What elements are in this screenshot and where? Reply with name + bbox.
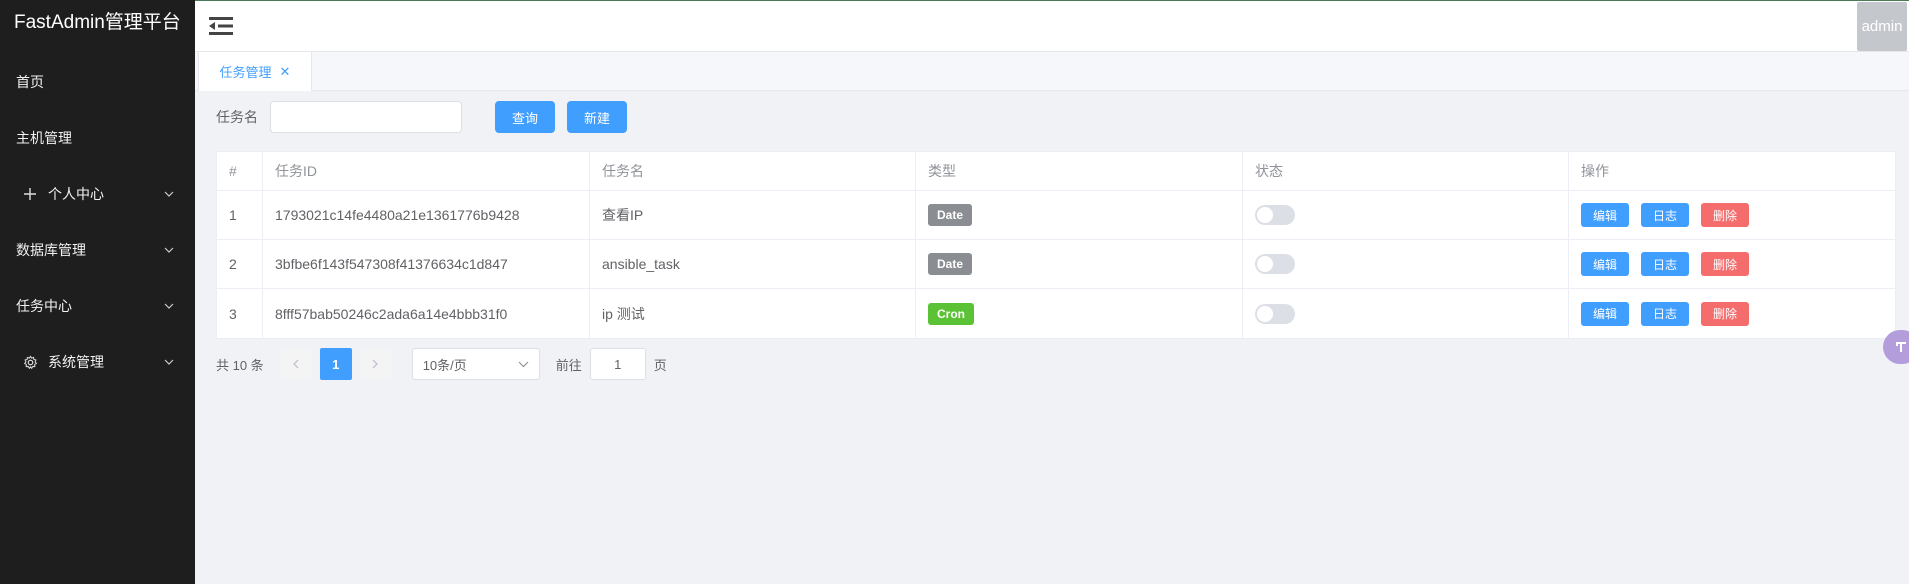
type-cell: Date <box>916 191 1243 239</box>
edit-button[interactable]: 编辑 <box>1581 301 1629 326</box>
avatar[interactable]: admin <box>1857 2 1907 51</box>
sidebar-item-label: 个人中心 <box>48 186 104 202</box>
chevron-down-icon <box>163 244 175 256</box>
type-badge: Cron <box>928 302 974 325</box>
top-header: admin <box>195 0 1909 52</box>
sidebar-item-database[interactable]: 数据库管理 <box>0 222 195 278</box>
goto-page-input[interactable] <box>589 348 646 380</box>
log-button[interactable]: 日志 <box>1641 252 1689 276</box>
sidebar-item-profile[interactable]: 个人中心 <box>0 166 195 222</box>
plus-icon <box>18 187 42 201</box>
sidebar-item-home[interactable]: 首页 <box>0 54 195 110</box>
status-toggle[interactable] <box>1255 205 1295 225</box>
status-cell <box>1243 240 1569 288</box>
column-header: 操作 <box>1581 163 1609 179</box>
table-row: 2 3bfbe6f143f547308f41376634c1d847 ansib… <box>217 240 1895 289</box>
task-name: ip 测试 <box>590 289 916 338</box>
delete-button[interactable]: 删除 <box>1701 252 1749 276</box>
task-name: 查看IP <box>590 191 916 239</box>
next-page-button[interactable] <box>359 348 392 380</box>
prev-page-button[interactable] <box>279 348 312 380</box>
status-toggle[interactable] <box>1255 254 1295 274</box>
column-header: 任务ID <box>263 152 590 190</box>
gear-icon <box>18 354 42 370</box>
sidebar-item-label: 主机管理 <box>16 130 72 146</box>
sidebar-item-tasks[interactable]: 任务中心 <box>0 278 195 334</box>
goto-label: 前往 <box>555 357 582 373</box>
tool-icon <box>1896 342 1906 352</box>
status-cell <box>1243 289 1569 338</box>
sidebar-item-label: 数据库管理 <box>16 242 86 258</box>
sidebar: FastAdmin管理平台 首页 主机管理 个人中心 数据库管理 任务中心 系统… <box>0 0 195 584</box>
log-button[interactable]: 日志 <box>1641 203 1689 227</box>
task-table: # 任务ID 任务名 类型 状态 操作 1 1793021c14fe4480a2… <box>216 151 1896 339</box>
type-badge: Date <box>928 204 973 226</box>
sidebar-item-label: 任务中心 <box>16 298 72 314</box>
log-button[interactable]: 日志 <box>1641 301 1689 326</box>
tab-task-management[interactable]: 任务管理 ✕ <box>198 52 312 91</box>
type-badge: Date <box>928 253 973 275</box>
page-number-current[interactable]: 1 <box>319 348 352 380</box>
task-id: 3bfbe6f143f547308f41376634c1d847 <box>263 240 590 288</box>
chevron-left-icon <box>293 359 299 369</box>
task-name: ansible_task <box>590 240 916 288</box>
task-id: 8fff57bab50246c2ada6a14e4bbb31f0 <box>263 289 590 338</box>
search-label: 任务名 <box>216 109 258 125</box>
new-button[interactable]: 新建 <box>567 101 627 133</box>
actions-cell: 编辑 日志 删除 <box>1569 289 1895 338</box>
actions-cell: 编辑 日志 删除 <box>1569 191 1895 239</box>
sidebar-item-hosts[interactable]: 主机管理 <box>0 110 195 166</box>
tab-label: 任务管理 <box>219 65 272 80</box>
edit-button[interactable]: 编辑 <box>1581 252 1629 276</box>
column-header: 状态 <box>1243 152 1569 190</box>
menu-collapse-icon[interactable] <box>209 15 233 37</box>
status-toggle[interactable] <box>1255 303 1295 324</box>
pagination-total: 共 10 条 <box>216 357 264 373</box>
row-index: 1 <box>217 191 263 239</box>
sidebar-item-system[interactable]: 系统管理 <box>0 334 195 390</box>
table-row: 1 1793021c14fe4480a21e1361776b9428 查看IP … <box>217 191 1895 240</box>
tabs-bar: 任务管理 ✕ <box>195 52 1909 91</box>
task-id: 1793021c14fe4480a21e1361776b9428 <box>263 191 590 239</box>
edit-button[interactable]: 编辑 <box>1581 203 1629 227</box>
toggle-knob <box>1257 305 1273 322</box>
row-index: 3 <box>217 289 263 338</box>
close-icon[interactable]: ✕ <box>280 64 291 80</box>
search-form: 任务名 查询 新建 <box>216 101 627 133</box>
status-cell <box>1243 191 1569 239</box>
chevron-down-icon <box>163 356 175 368</box>
delete-button[interactable]: 删除 <box>1701 301 1749 326</box>
actions-cell: 编辑 日志 删除 <box>1569 240 1895 288</box>
table-header: # 任务ID 任务名 类型 状态 操作 <box>217 152 1895 191</box>
sidebar-item-label: 首页 <box>16 74 44 90</box>
page-size-select[interactable]: 10条/页 <box>411 348 540 380</box>
task-name-input[interactable] <box>270 101 462 133</box>
floating-tool-button[interactable] <box>1883 330 1909 364</box>
chevron-right-icon <box>372 359 379 369</box>
type-cell: Cron <box>916 289 1243 338</box>
chevron-down-icon <box>163 188 175 200</box>
page-suffix: 页 <box>653 357 667 373</box>
chevron-down-icon <box>518 361 529 367</box>
toggle-knob <box>1257 207 1273 223</box>
column-header: 任务名 <box>590 152 916 190</box>
sidebar-item-label: 系统管理 <box>48 354 104 370</box>
column-header: 类型 <box>916 152 1243 190</box>
brand-title: FastAdmin管理平台 <box>14 12 181 33</box>
page-size-value: 10条/页 <box>422 357 467 373</box>
query-button[interactable]: 查询 <box>495 101 555 133</box>
type-cell: Date <box>916 240 1243 288</box>
column-header: # <box>217 152 263 190</box>
pagination: 共 10 条 1 10条/页 前往 页 <box>216 348 667 380</box>
delete-button[interactable]: 删除 <box>1701 203 1749 227</box>
table-row: 3 8fff57bab50246c2ada6a14e4bbb31f0 ip 测试… <box>217 289 1895 338</box>
toggle-knob <box>1257 256 1273 272</box>
row-index: 2 <box>217 240 263 288</box>
chevron-down-icon <box>163 300 175 312</box>
